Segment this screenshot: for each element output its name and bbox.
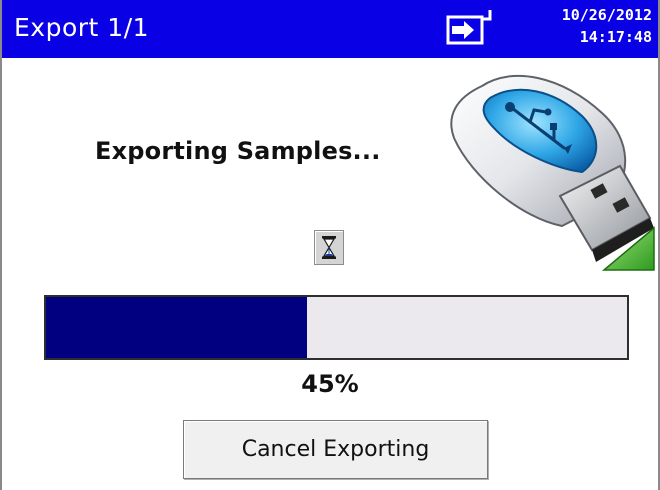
page-title: Export 1/1 bbox=[14, 13, 150, 42]
usb-flash-drive-icon bbox=[442, 68, 660, 278]
date-text: 10/26/2012 bbox=[561, 6, 652, 24]
export-to-device-icon bbox=[444, 10, 496, 48]
hourglass-icon bbox=[314, 230, 344, 265]
export-status-message: Exporting Samples... bbox=[95, 137, 381, 165]
export-progress-bar bbox=[44, 295, 629, 360]
export-screen: Export 1/1 10/26/2012 14:17:48 Exporting… bbox=[0, 0, 660, 490]
time-text: 14:17:48 bbox=[579, 28, 652, 46]
title-bar: Export 1/1 10/26/2012 14:17:48 bbox=[2, 0, 658, 60]
progress-percent-label: 45% bbox=[301, 370, 359, 398]
date-time-display: 10/26/2012 14:17:48 bbox=[562, 4, 652, 48]
cancel-exporting-button-label: Cancel Exporting bbox=[241, 437, 430, 462]
progress-bar-fill bbox=[46, 297, 308, 358]
cancel-exporting-button[interactable]: Cancel Exporting bbox=[183, 420, 488, 479]
